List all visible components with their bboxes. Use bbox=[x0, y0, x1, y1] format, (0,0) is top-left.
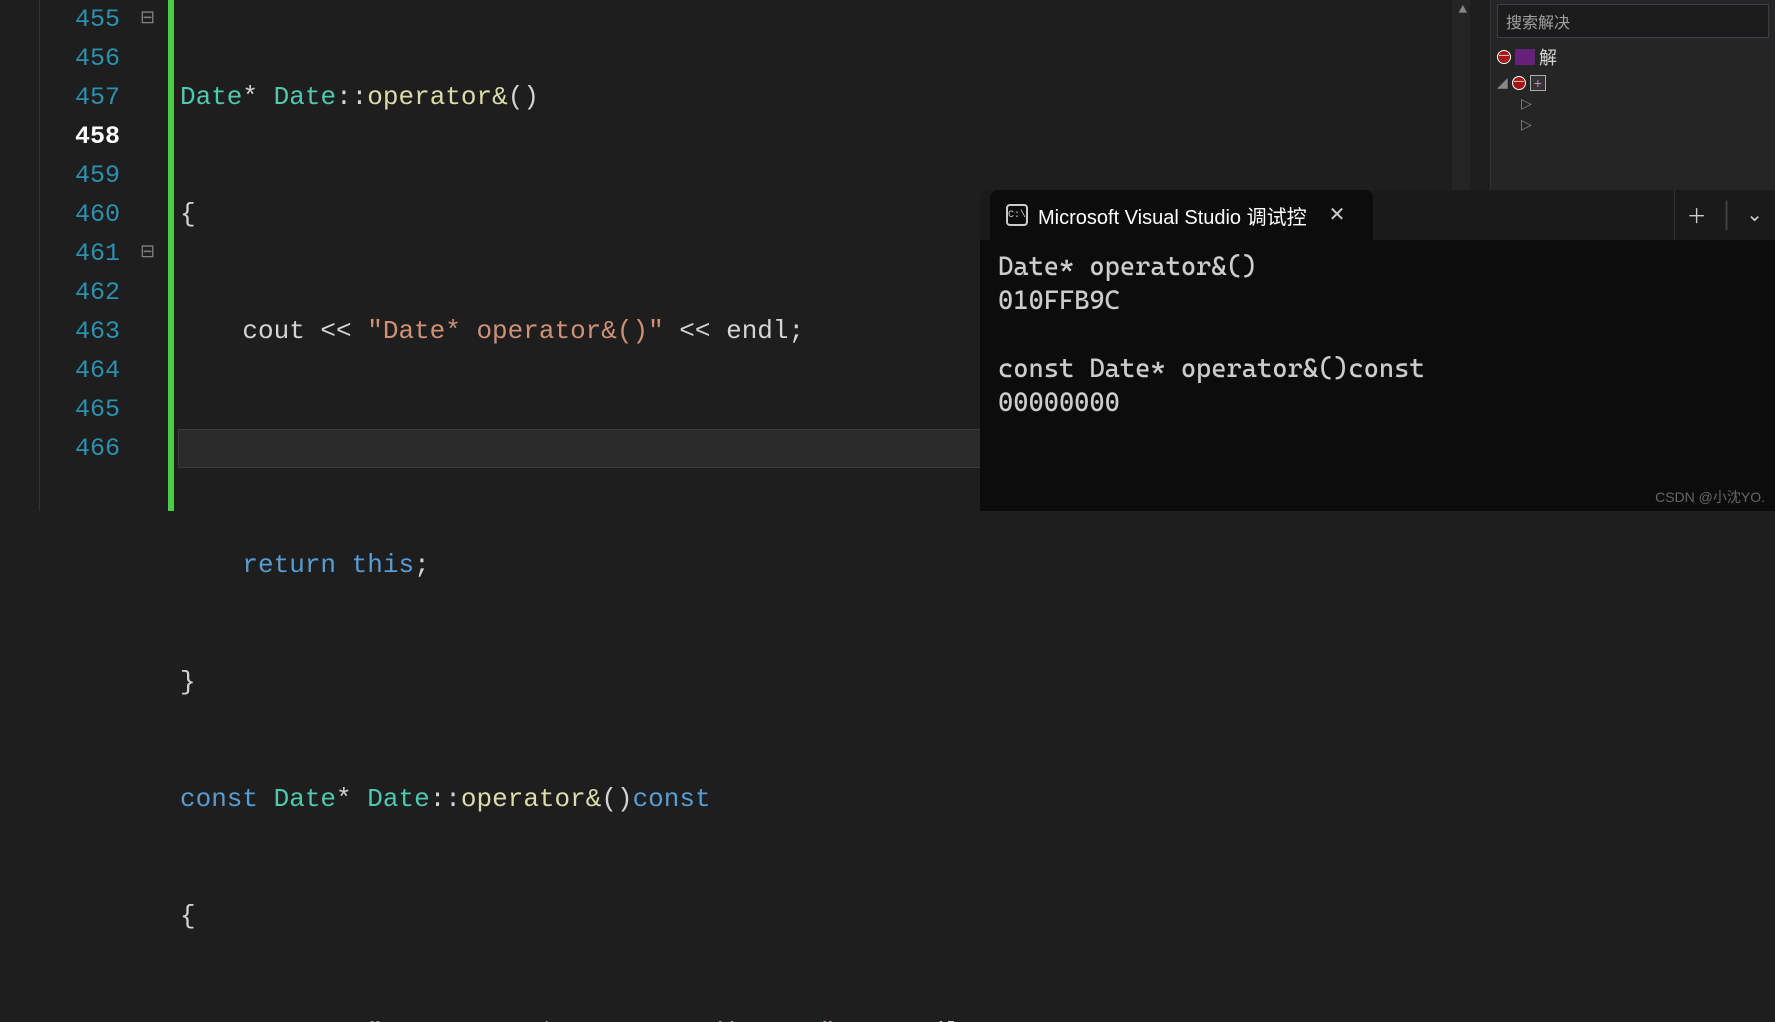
line-number-gutter: 455 456 457 458 459 460 461 462 463 464 … bbox=[40, 0, 140, 511]
code-line[interactable]: cout << "const Date* operator&()const" <… bbox=[180, 1014, 1470, 1022]
line-number: 462 bbox=[40, 273, 120, 312]
terminal-tab[interactable]: C:\ Microsoft Visual Studio 调试控 ✕ bbox=[990, 190, 1373, 240]
line-number: 461 bbox=[40, 234, 120, 273]
breakpoint-margin[interactable] bbox=[0, 0, 40, 511]
expand-icon[interactable]: ◢ bbox=[1497, 74, 1508, 91]
tree-row-project[interactable]: ◢ + bbox=[1491, 72, 1775, 93]
line-number: 457 bbox=[40, 78, 120, 117]
scroll-up-icon[interactable]: ▲ bbox=[1459, 2, 1467, 18]
fold-icon[interactable]: ⊟ bbox=[140, 234, 155, 273]
code-line[interactable]: return this; bbox=[180, 546, 1470, 585]
line-number: 460 bbox=[40, 195, 120, 234]
code-line[interactable]: } bbox=[180, 663, 1470, 702]
collapse-icon[interactable]: ▷ bbox=[1521, 116, 1532, 133]
line-number: 459 bbox=[40, 156, 120, 195]
vs-solution-icon bbox=[1515, 49, 1535, 65]
tree-row-item[interactable]: ▷ bbox=[1491, 114, 1775, 135]
terminal-icon: C:\ bbox=[1006, 204, 1028, 226]
chevron-down-icon[interactable]: ⌄ bbox=[1734, 202, 1775, 228]
line-number: 456 bbox=[40, 39, 120, 78]
stop-icon bbox=[1512, 76, 1526, 90]
tree-row-item[interactable]: ▷ bbox=[1491, 93, 1775, 114]
terminal-output[interactable]: Date* operator&() 010FFB9C const Date* o… bbox=[980, 240, 1775, 430]
solution-explorer-panel[interactable]: 搜索解决 解 ◢ + ▷ ▷ bbox=[1490, 0, 1775, 190]
stop-icon bbox=[1497, 50, 1511, 64]
line-number-active: 458 bbox=[40, 117, 120, 156]
fold-area[interactable]: ⊟ ⊟ bbox=[140, 0, 168, 511]
fold-icon[interactable]: ⊟ bbox=[140, 0, 155, 39]
code-line[interactable]: { bbox=[180, 897, 1470, 936]
line-number: 463 bbox=[40, 312, 120, 351]
debug-console-window[interactable]: C:\ Microsoft Visual Studio 调试控 ✕ ＋ │ ⌄ … bbox=[980, 190, 1775, 511]
watermark: CSDN @小沈YO. bbox=[1655, 487, 1765, 507]
line-number: 464 bbox=[40, 351, 120, 390]
line-number: 466 bbox=[40, 429, 120, 468]
project-icon: + bbox=[1530, 75, 1546, 91]
code-line[interactable]: Date* Date::operator&() bbox=[180, 78, 1470, 117]
tree-row-solution[interactable]: 解 bbox=[1491, 42, 1775, 72]
new-tab-icon[interactable]: ＋ bbox=[1675, 200, 1719, 230]
collapse-icon[interactable]: ▷ bbox=[1521, 95, 1532, 112]
code-line[interactable]: const Date* Date::operator&()const bbox=[180, 780, 1470, 819]
search-input[interactable]: 搜索解决 bbox=[1497, 4, 1769, 38]
terminal-controls: ＋ │ ⌄ bbox=[1674, 190, 1775, 240]
tree-label: 解 bbox=[1539, 44, 1557, 70]
close-icon[interactable]: ✕ bbox=[1317, 202, 1358, 228]
line-number: 455 bbox=[40, 0, 120, 39]
line-number: 465 bbox=[40, 390, 120, 429]
terminal-titlebar[interactable]: C:\ Microsoft Visual Studio 调试控 ✕ ＋ │ ⌄ bbox=[980, 190, 1775, 240]
terminal-title: Microsoft Visual Studio 调试控 bbox=[1038, 201, 1307, 230]
